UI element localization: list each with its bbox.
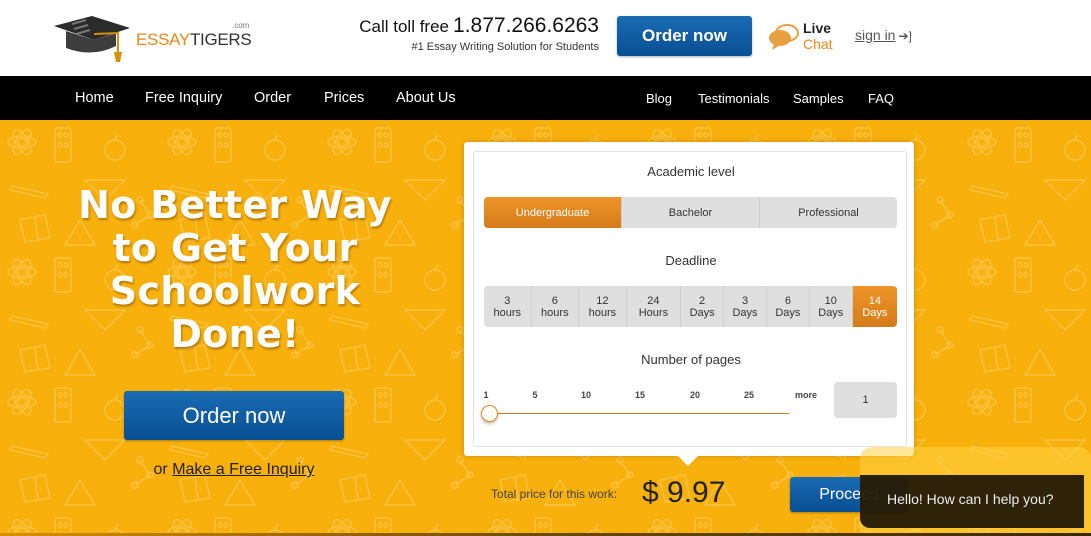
deadline-option[interactable]: 10 Days bbox=[810, 286, 853, 327]
tagline: #1 Essay Writing Solution for Students bbox=[411, 41, 599, 53]
phone-number[interactable]: 1.877.266.6263 bbox=[453, 14, 599, 37]
make-free-inquiry-link[interactable]: Make a Free Inquiry bbox=[172, 461, 314, 478]
total-price-value: $ 9.97 bbox=[642, 476, 726, 509]
level-bachelor[interactable]: Bachelor bbox=[622, 197, 760, 228]
live-chat-line1: Live bbox=[803, 20, 832, 36]
call-label: Call toll free bbox=[359, 17, 450, 36]
site-header: .com ESSAYTIGERS Call toll free 1.877.266… bbox=[0, 0, 1091, 76]
deadline-selector: 3 hours 6 hours 12 hours 24 Hours 2 Days 3 Day… bbox=[484, 286, 897, 327]
nav-testimonials[interactable]: Testimonials bbox=[698, 91, 770, 106]
nav-home[interactable]: Home bbox=[75, 90, 114, 106]
deadline-option[interactable]: 3 hours bbox=[484, 286, 532, 327]
live-chat-line2: Chat bbox=[803, 36, 833, 52]
main-nav: Home Free Inquiry Order Prices About Us … bbox=[0, 76, 1091, 120]
pages-slider-handle[interactable] bbox=[481, 405, 498, 422]
academic-level-title: Academic level bbox=[647, 164, 735, 179]
deadline-option[interactable]: 6 Days bbox=[767, 286, 810, 327]
nav-order[interactable]: Order bbox=[254, 90, 291, 106]
pages-tick-labels: 1 5 10 15 20 25 bbox=[483, 390, 814, 402]
sign-in-link[interactable]: sign in ➔] bbox=[855, 27, 912, 43]
level-professional[interactable]: Professional bbox=[760, 197, 897, 228]
deadline-option[interactable]: 6 hours bbox=[532, 286, 580, 327]
deadline-option[interactable]: 12 hours bbox=[579, 286, 627, 327]
pages-tick: 15 bbox=[634, 390, 646, 400]
nav-free-inquiry[interactable]: Free Inquiry bbox=[145, 90, 222, 106]
level-undergraduate[interactable]: Undergraduate bbox=[484, 197, 622, 228]
pages-tick: 10 bbox=[580, 390, 592, 400]
deadline-title: Deadline bbox=[665, 253, 717, 268]
hero-section: No Better Way to Get Your Schoolwork Don… bbox=[0, 120, 1091, 536]
sign-in-icon: ➔] bbox=[898, 29, 912, 43]
pages-tick: 1 bbox=[483, 390, 489, 400]
nav-about-us[interactable]: About Us bbox=[396, 90, 456, 106]
price-calculator: Academic level Undergraduate Bachelor Pr… bbox=[464, 142, 914, 466]
pages-tick: 20 bbox=[689, 390, 701, 400]
free-inquiry-line: or Make a Free Inquiry bbox=[0, 461, 468, 479]
pages-title: Number of pages bbox=[641, 352, 741, 367]
pages-slider-track[interactable] bbox=[489, 413, 789, 414]
nav-faq[interactable]: FAQ bbox=[868, 91, 894, 106]
hero-headline: No Better Way to Get Your Schoolwork Don… bbox=[78, 183, 392, 356]
logo[interactable]: .com ESSAYTIGERS bbox=[52, 14, 252, 64]
pages-tick: 5 bbox=[532, 390, 538, 400]
graduation-cap-icon bbox=[54, 16, 130, 62]
calculator-panel: Academic level Undergraduate Bachelor Pr… bbox=[473, 151, 907, 447]
pages-count-input[interactable] bbox=[834, 382, 897, 418]
header-order-now-button[interactable]: Order now bbox=[617, 16, 752, 56]
total-price-label: Total price for this work: bbox=[491, 487, 618, 501]
live-chat-link[interactable]: Live Chat bbox=[768, 20, 843, 54]
deadline-option[interactable]: 3 Days bbox=[724, 286, 767, 327]
nav-blog[interactable]: Blog bbox=[646, 91, 672, 106]
pages-tick: 25 bbox=[743, 390, 755, 400]
logo-domain-suffix: .com bbox=[232, 21, 250, 30]
pages-more-label: more bbox=[795, 390, 818, 400]
deadline-option[interactable]: 2 Days bbox=[681, 286, 725, 327]
nav-prices[interactable]: Prices bbox=[324, 90, 364, 106]
logo-text: ESSAYTIGERS bbox=[136, 30, 252, 49]
sign-in-label: sign in bbox=[855, 27, 896, 43]
hero-order-now-button[interactable]: Order now bbox=[124, 391, 344, 440]
chat-bubbles-icon bbox=[769, 24, 799, 50]
call-info: Call toll free 1.877.266.6263 #1 Essay Wr… bbox=[347, 14, 599, 53]
academic-level-selector: Undergraduate Bachelor Professional bbox=[484, 197, 897, 228]
inquiry-prefix: or bbox=[153, 461, 168, 478]
nav-samples[interactable]: Samples bbox=[793, 91, 844, 106]
chat-widget-greeting[interactable]: Hello! How can I help you? bbox=[860, 475, 1084, 528]
deadline-option[interactable]: 24 Hours bbox=[627, 286, 682, 327]
card-pointer bbox=[678, 456, 698, 466]
deadline-option-selected[interactable]: 14 Days bbox=[852, 286, 897, 327]
